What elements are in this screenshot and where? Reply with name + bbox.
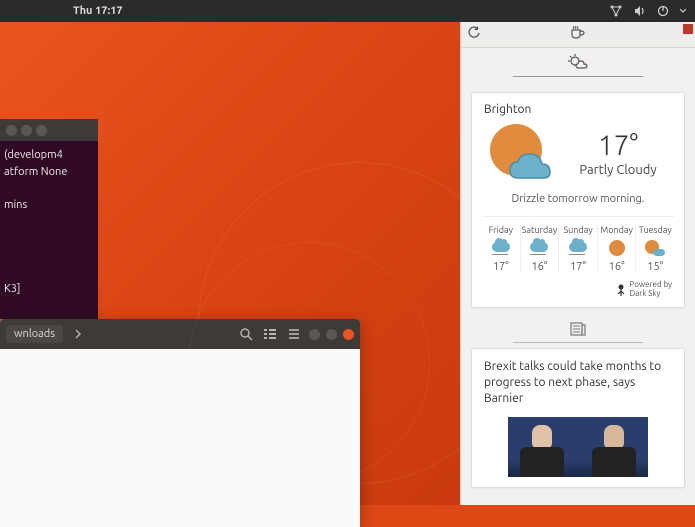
maximize-button[interactable] xyxy=(326,329,337,340)
forecast-day: Tuesday15° xyxy=(636,225,674,273)
news-headline: Brexit talks could take months to progre… xyxy=(484,359,672,408)
coffee-icon[interactable] xyxy=(570,26,586,44)
refresh-icon[interactable] xyxy=(467,26,481,44)
volume-icon[interactable] xyxy=(633,5,647,17)
desktop-wallpaper: (developm4 atform None mins K3] wnloads xyxy=(0,22,460,505)
rain-icon xyxy=(560,238,596,258)
breadcrumb[interactable]: wnloads xyxy=(6,325,63,343)
partly-cloudy-icon xyxy=(484,122,556,184)
files-window[interactable]: wnloads xyxy=(0,319,360,527)
terminal-titlebar[interactable] xyxy=(0,119,98,141)
forecast-day: Friday17° xyxy=(482,225,521,273)
terminal-content[interactable]: (developm4 atform None mins xyxy=(0,141,98,219)
news-image xyxy=(508,417,648,477)
window-button[interactable] xyxy=(6,125,17,136)
darksky-attribution[interactable]: Powered by Dark Sky xyxy=(484,281,672,299)
rain-icon xyxy=(522,238,558,258)
chevron-down-icon[interactable] xyxy=(679,8,687,14)
forecast-day: Monday16° xyxy=(598,225,637,273)
power-icon[interactable] xyxy=(657,5,669,17)
gnome-topbar: Thu 17:17 xyxy=(0,0,695,22)
rain-icon xyxy=(483,238,519,258)
indicator-icon[interactable] xyxy=(683,24,693,34)
newspaper-icon xyxy=(570,322,586,340)
weather-icon xyxy=(568,54,588,74)
view-grid-icon[interactable] xyxy=(261,325,279,343)
weather-subtitle: Drizzle tomorrow morning. xyxy=(484,192,672,206)
terminal-content-2: K3] xyxy=(0,277,60,301)
weather-tab[interactable] xyxy=(461,48,695,80)
partly-cloudy-icon xyxy=(637,238,673,258)
current-condition: Partly Cloudy xyxy=(564,163,672,177)
minimize-button[interactable] xyxy=(309,329,320,340)
news-card[interactable]: Brexit talks could take months to progre… xyxy=(471,348,685,489)
search-icon[interactable] xyxy=(237,325,255,343)
window-button[interactable] xyxy=(36,125,47,136)
side-panel: Brighton 17° Partly Cloudy Drizzle tomor… xyxy=(460,22,695,505)
current-temp: 17° xyxy=(564,130,672,161)
weather-card: Brighton 17° Partly Cloudy Drizzle tomor… xyxy=(471,92,685,308)
hamburger-icon[interactable] xyxy=(285,325,303,343)
window-button[interactable] xyxy=(21,125,32,136)
status-area[interactable] xyxy=(609,5,687,17)
forecast-day: Sunday17° xyxy=(559,225,598,273)
chevron-right-icon[interactable] xyxy=(69,325,87,343)
clock[interactable]: Thu 17:17 xyxy=(8,5,609,17)
news-tab[interactable] xyxy=(461,322,695,340)
sun-icon xyxy=(599,238,635,258)
side-panel-header xyxy=(461,22,695,48)
network-icon[interactable] xyxy=(609,5,623,17)
forecast-row: Friday17°Saturday16°Sunday17°Monday16°Tu… xyxy=(482,216,674,273)
weather-location: Brighton xyxy=(484,103,672,116)
forecast-day: Saturday16° xyxy=(521,225,560,273)
close-button[interactable] xyxy=(343,329,354,340)
files-titlebar[interactable]: wnloads xyxy=(0,319,360,349)
